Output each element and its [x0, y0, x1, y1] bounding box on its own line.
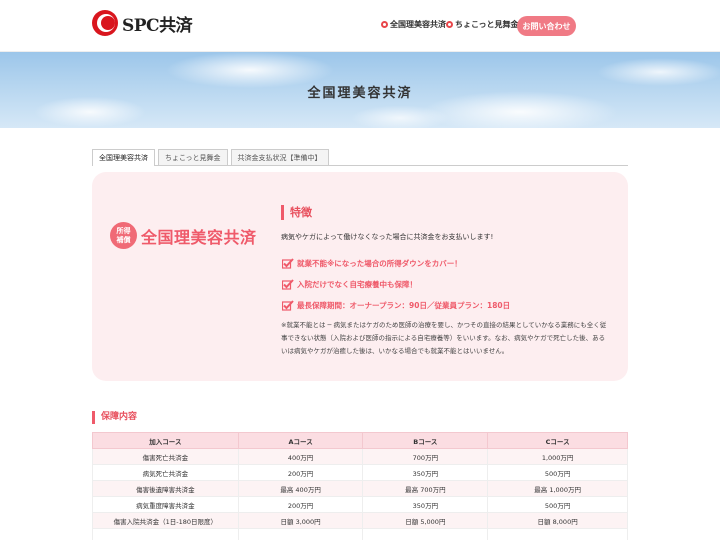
- feature-description: 病気やケガによって働けなくなった場合に共済金をお支払いします!: [281, 233, 494, 241]
- feature-card: 所得 補償 全国理美容共済 特徴 病気やケガによって働けなくなった場合に共済金をお…: [92, 172, 628, 381]
- table-cell: 500万円: [487, 464, 628, 481]
- site-header: SPC共済 全国理美容共済 ちょこっと見舞金 お問い合わせ: [0, 0, 720, 52]
- nav-label: ちょこっと見舞金: [455, 20, 519, 29]
- logo-mark-icon: [92, 10, 118, 36]
- table-cell: 最高 700万円: [362, 480, 489, 497]
- nav-link-chokotto[interactable]: ちょこっと見舞金: [446, 19, 518, 30]
- checkbox-check-icon: [282, 279, 294, 290]
- checkbox-check-icon: [282, 300, 294, 311]
- table-cell: 傷害入院共済金（1日-180日限度）: [92, 512, 239, 529]
- table-row: 傷害死亡共済金 400万円 700万円 1,000万円: [92, 448, 628, 465]
- nav-label: 全国理美容共済: [390, 20, 446, 29]
- feature-point-text: 入院だけでなく自宅療養中も保障！: [297, 280, 417, 289]
- table-cell: 350万円: [362, 464, 489, 481]
- table-cell: 病気死亡共済金: [92, 464, 239, 481]
- table-cell: 200万円: [237, 496, 364, 513]
- coverage-heading: 保障内容: [92, 411, 137, 424]
- table-header-row: 加入コース Aコース Bコース Cコース: [92, 432, 628, 449]
- feature-point: 最長保障期間：オーナープラン：90日／従業員プラン：180日: [282, 300, 510, 311]
- checkbox-check-icon: [282, 258, 294, 269]
- tab-zenkoku[interactable]: 全国理美容共済: [92, 149, 155, 166]
- feature-point-text: 就業不能※になった場合の所得ダウンをカバー！: [297, 259, 462, 268]
- table-row: 傷害入院共済金（1日-180日限度） 日額 3,000円 日額 5,000円 日…: [92, 512, 628, 529]
- column-header: Bコース: [362, 432, 489, 449]
- disability-note: ※就業不能とは ─ 病気またはケガのため医師の治療を要し、かつその直接の結果とし…: [281, 321, 607, 355]
- nav-link-zenkoku[interactable]: 全国理美容共済: [381, 19, 446, 30]
- column-header: Aコース: [237, 432, 364, 449]
- table-row: 傷害後遺障害共済金 最高 400万円 最高 700万円 最高 1,000万円: [92, 480, 628, 497]
- hero-banner: 全国理美容共済: [0, 52, 720, 128]
- table-cell: 1,000万円: [487, 448, 628, 465]
- circle-bullet-icon: [381, 21, 388, 28]
- tab-chokotto[interactable]: ちょこっと見舞金: [158, 149, 228, 165]
- table-cell: 400万円: [237, 448, 364, 465]
- feature-point-text: 最長保障期間：オーナープラン：90日／従業員プラン：180日: [297, 301, 511, 310]
- coverage-table: 加入コース Aコース Bコース Cコース 傷害死亡共済金 400万円 700万円…: [92, 432, 628, 540]
- table-row: 病気重度障害共済金 200万円 350万円 500万円: [92, 496, 628, 513]
- circle-bullet-icon: [446, 21, 453, 28]
- badge-line1: 所得: [116, 226, 131, 235]
- table-cell: 病気重度障害共済金: [92, 496, 239, 513]
- table-cell: 500万円: [487, 496, 628, 513]
- tab-payment-status[interactable]: 共済金支払状況【準備中】: [230, 149, 329, 165]
- site-logo[interactable]: SPC共済: [92, 10, 193, 36]
- table-cell: 700万円: [362, 448, 489, 465]
- table-cell: 傷害死亡共済金: [92, 448, 239, 465]
- table-cell: 最高 400万円: [237, 480, 364, 497]
- table-cell: 最高 1,000万円: [487, 480, 628, 497]
- table-cell: 日額 5,000円: [362, 512, 489, 529]
- badge-line2: 補償: [116, 235, 131, 244]
- table-cell: 200万円: [237, 464, 364, 481]
- table-row: [92, 528, 628, 540]
- table-cell: 日額 3,000円: [237, 512, 364, 529]
- table-cell: [92, 528, 239, 540]
- table-cell: [237, 528, 364, 540]
- table-cell: [362, 528, 489, 540]
- contact-button[interactable]: お問い合わせ: [517, 16, 576, 36]
- logo-text: SPC共済: [122, 15, 193, 36]
- table-cell: 傷害後遺障害共済金: [92, 480, 239, 497]
- brand-title: 全国理美容共済: [141, 228, 257, 247]
- column-header: Cコース: [487, 432, 628, 449]
- feature-point: 入院だけでなく自宅療養中も保障！: [282, 279, 417, 290]
- column-header: 加入コース: [92, 432, 239, 449]
- feature-point: 就業不能※になった場合の所得ダウンをカバー！: [282, 258, 462, 269]
- page-title: 全国理美容共済: [307, 86, 413, 101]
- income-guarantee-badge: 所得 補償: [110, 222, 137, 249]
- feature-heading: 特徴: [281, 205, 312, 220]
- table-row: 病気死亡共済金 200万円 350万円 500万円: [92, 464, 628, 481]
- table-cell: 日額 8,000円: [487, 512, 628, 529]
- table-cell: [487, 528, 628, 540]
- table-cell: 350万円: [362, 496, 489, 513]
- tab-bar: 全国理美容共済 ちょこっと見舞金 共済金支払状況【準備中】: [92, 149, 628, 166]
